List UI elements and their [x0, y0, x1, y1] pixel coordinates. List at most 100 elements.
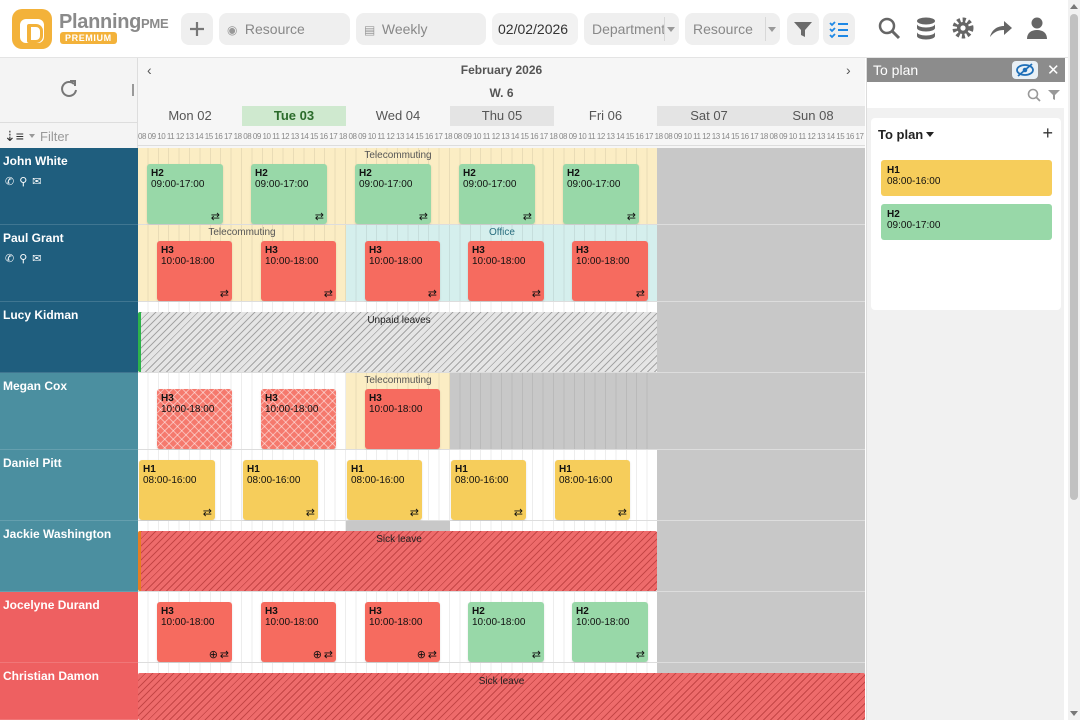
sort-icon[interactable]: ⇣≡ [4, 128, 24, 145]
absence-block[interactable]: Unpaid leaves [138, 312, 657, 372]
planning-row[interactable]: H3 10:00-18:00 ⊕ ⇄ H3 10:00-18:00 ⊕ ⇄ H3 10:00-… [138, 592, 865, 663]
absence-block[interactable]: Sick leave [138, 673, 865, 720]
planning-row[interactable]: Sick leave [138, 521, 865, 592]
repeat-icon: ⇄ [427, 649, 437, 661]
scroll-up-icon[interactable] [1070, 4, 1078, 9]
scroll-down-icon[interactable] [1070, 711, 1078, 716]
unplanned-task[interactable]: H1 08:00-16:00 [881, 160, 1052, 196]
day-header[interactable]: Fri 06 [554, 106, 657, 126]
repeat-icon: ⇄ [418, 211, 428, 223]
search-icon[interactable] [874, 13, 904, 43]
location-icon[interactable]: ⚲ [19, 176, 32, 188]
share-icon[interactable] [985, 13, 1015, 43]
to-plan-panel: To plan ✕ To plan + H1 08:00-16:00 H2 09:0… [866, 58, 1065, 720]
add-circle-icon: ⊕ [312, 649, 322, 661]
task-block[interactable]: H1 08:00-16:00 ⇄ [555, 460, 630, 520]
task-block[interactable]: H1 08:00-16:00 ⇄ [139, 460, 215, 520]
task-block[interactable]: H2 09:00-17:00 ⇄ [459, 164, 535, 224]
refresh-icon[interactable] [58, 78, 78, 98]
vertical-scrollbar[interactable] [1068, 0, 1080, 720]
filter-icon[interactable] [1047, 88, 1061, 102]
task-block[interactable]: H1 08:00-16:00 ⇄ [347, 460, 422, 520]
task-block[interactable]: H1 08:00-16:00 ⇄ [451, 460, 526, 520]
planning-row[interactable]: Telecommuting H3 10:00-18:00 H3 10:00-18:0… [138, 373, 865, 450]
task-block[interactable]: H3 10:00-18:00 [261, 389, 336, 449]
to-plan-dropdown[interactable]: To plan [878, 127, 935, 142]
settings-icon[interactable] [948, 13, 978, 43]
task-block[interactable]: H3 10:00-18:00 ⇄ [468, 241, 544, 301]
repeat-icon: ⇄ [305, 507, 315, 519]
resource-row-label[interactable]: John White ✆⚲✉ [0, 148, 138, 225]
task-block[interactable]: H3 10:00-18:00 ⇄ [365, 241, 440, 301]
resource-select[interactable]: Resource [685, 13, 780, 45]
view-mode-select[interactable]: ▤ Weekly [356, 13, 486, 45]
resource-row-label[interactable]: Jocelyne Durand [0, 592, 138, 663]
add-circle-icon: ⊕ [208, 649, 218, 661]
resource-search-input[interactable]: ◉ Resource [219, 13, 350, 45]
day-header-today[interactable]: Tue 03 [242, 106, 346, 126]
task-block[interactable]: H3 10:00-18:00 [365, 389, 440, 449]
resource-row-label[interactable]: Christian Damon [0, 663, 138, 720]
planning-row[interactable]: Telecommuting H2 09:00-17:00 ⇄ H2 09:00-17:… [138, 148, 865, 225]
user-icon[interactable] [1022, 13, 1052, 43]
task-block[interactable]: H3 10:00-18:00 ⊕ ⇄ [261, 602, 336, 662]
plus-icon [190, 22, 204, 36]
task-block[interactable]: H3 10:00-18:00 ⇄ [157, 241, 232, 301]
resource-row-label[interactable]: Jackie Washington [0, 521, 138, 592]
planning-row[interactable]: Unpaid leaves [138, 302, 865, 373]
resource-row-label[interactable]: Lucy Kidman [0, 302, 138, 373]
planning-row[interactable]: Sick leave [138, 663, 865, 720]
task-block[interactable]: H3 10:00-18:00 ⇄ [261, 241, 336, 301]
task-block[interactable]: H3 10:00-18:00 ⊕ ⇄ [157, 602, 232, 662]
absence-block[interactable]: Sick leave [138, 531, 657, 591]
email-icon[interactable]: ✉ [32, 253, 46, 265]
planning-row[interactable]: H1 08:00-16:00 ⇄ H1 08:00-16:00 ⇄ H1 08:00-16… [138, 450, 865, 521]
planning-row[interactable]: Telecommuting Office H3 10:00-18:00 ⇄ H3 10… [138, 225, 865, 302]
chevron-down-icon[interactable] [29, 134, 35, 138]
week-number: W. 6 [489, 86, 514, 100]
repeat-icon: ⇄ [219, 288, 229, 300]
day-header[interactable]: Wed 04 [346, 106, 450, 126]
scroll-thumb[interactable] [1070, 14, 1078, 500]
task-block[interactable]: H3 10:00-18:00 ⊕ ⇄ [365, 602, 440, 662]
chevron-down-icon [926, 132, 935, 137]
resource-row-label[interactable]: Daniel Pitt [0, 450, 138, 521]
repeat-icon: ⇄ [635, 288, 645, 300]
task-block[interactable]: H2 09:00-17:00 ⇄ [355, 164, 431, 224]
resource-row-label[interactable]: Megan Cox [0, 373, 138, 450]
day-header[interactable]: Sat 07 [657, 106, 761, 126]
task-block[interactable]: H2 09:00-17:00 ⇄ [563, 164, 639, 224]
phone-icon[interactable]: ✆ [5, 176, 19, 188]
email-icon[interactable]: ✉ [32, 176, 46, 188]
next-week-icon[interactable]: › [846, 62, 851, 78]
task-block[interactable]: H2 10:00-18:00 ⇄ [572, 602, 648, 662]
filter-button[interactable] [787, 13, 819, 45]
task-block[interactable]: H2 09:00-17:00 ⇄ [147, 164, 223, 224]
day-header[interactable]: Thu 05 [450, 106, 554, 126]
task-block[interactable]: H3 10:00-18:00 [157, 389, 232, 449]
task-block[interactable]: H2 09:00-17:00 ⇄ [251, 164, 327, 224]
search-icon[interactable] [1027, 88, 1041, 102]
repeat-icon: ⇄ [522, 211, 532, 223]
department-select[interactable]: Department [584, 13, 679, 45]
unplanned-task[interactable]: H2 09:00-17:00 [881, 204, 1052, 240]
panel-search-input[interactable] [867, 82, 1065, 108]
location-icon[interactable]: ⚲ [19, 253, 32, 265]
hide-eye-icon[interactable] [1012, 61, 1038, 79]
add-task-icon[interactable]: + [1042, 123, 1053, 144]
task-list-button[interactable] [823, 13, 855, 45]
column-resize-handle[interactable] [132, 84, 134, 96]
database-icon[interactable] [911, 13, 941, 43]
day-header[interactable]: Sun 08 [761, 106, 865, 126]
resource-row-label[interactable]: Paul Grant ✆⚲✉ [0, 225, 138, 302]
task-block[interactable]: H2 10:00-18:00 ⇄ [468, 602, 544, 662]
task-block[interactable]: H1 08:00-16:00 ⇄ [243, 460, 318, 520]
repeat-icon: ⇄ [202, 507, 212, 519]
date-field[interactable]: 02/02/2026 [492, 13, 578, 45]
close-icon[interactable]: ✕ [1047, 61, 1060, 79]
resource-filter[interactable]: ⇣≡ Filter [0, 122, 137, 148]
add-button[interactable] [181, 13, 213, 45]
day-header[interactable]: Mon 02 [138, 106, 242, 126]
task-block[interactable]: H3 10:00-18:00 ⇄ [572, 241, 648, 301]
phone-icon[interactable]: ✆ [5, 253, 19, 265]
